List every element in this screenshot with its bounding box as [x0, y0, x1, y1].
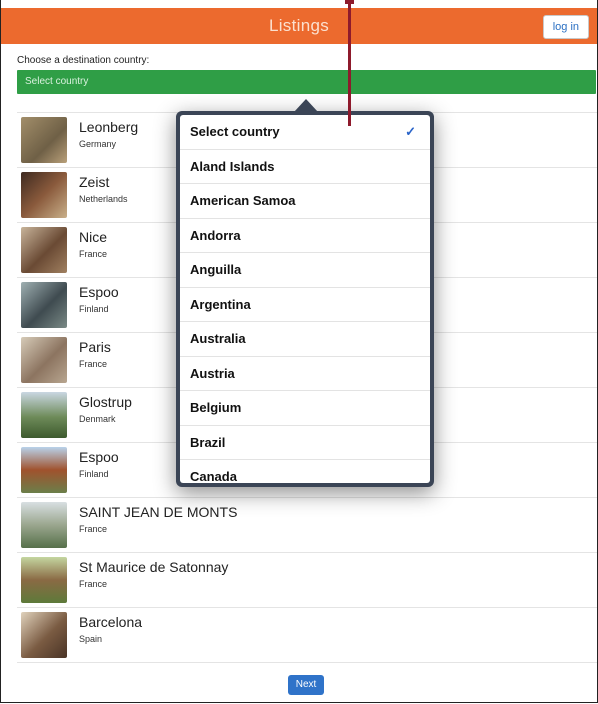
- country-option[interactable]: Brazil: [180, 426, 430, 460]
- listing-city: SAINT JEAN DE MONTS: [79, 504, 238, 520]
- callout-pointer-line: [348, 0, 351, 126]
- listing-city: Espoo: [79, 449, 119, 465]
- country-options-list[interactable]: Select country ✓ Aland Islands American …: [180, 115, 430, 483]
- list-item[interactable]: St Maurice de Satonnay France: [17, 552, 597, 607]
- listing-city: Zeist: [79, 174, 110, 190]
- top-bar: Listings log in: [1, 8, 597, 44]
- option-label: Anguilla: [190, 262, 242, 277]
- listing-city: Espoo: [79, 284, 119, 300]
- listing-thumbnail: [21, 392, 67, 438]
- listing-city: Glostrup: [79, 394, 132, 410]
- country-select[interactable]: Select country: [17, 70, 596, 94]
- listing-country: France: [79, 524, 108, 534]
- option-label: Brazil: [190, 434, 226, 450]
- destination-label: Choose a destination country:: [17, 55, 150, 66]
- listing-city: Leonberg: [79, 119, 139, 135]
- country-option[interactable]: Belgium: [180, 391, 430, 426]
- option-label: Austria: [190, 365, 235, 381]
- country-option[interactable]: Anguilla: [180, 253, 430, 288]
- app-frame: Listings log in Choose a destination cou…: [0, 0, 598, 703]
- list-item[interactable]: SAINT JEAN DE MONTS France: [17, 497, 597, 552]
- option-label: Australia: [190, 331, 246, 346]
- popover-arrow: [294, 99, 318, 112]
- login-button[interactable]: log in: [542, 15, 589, 39]
- listing-city: Paris: [79, 339, 111, 355]
- country-option[interactable]: Australia: [180, 322, 430, 357]
- listing-thumbnail: [21, 557, 67, 603]
- country-option[interactable]: Andorra: [180, 219, 430, 253]
- page-title: Listings: [268, 16, 330, 35]
- listing-thumbnail: [21, 337, 67, 383]
- country-option[interactable]: Canada: [180, 460, 430, 483]
- next-button[interactable]: Next: [288, 675, 324, 695]
- country-option[interactable]: Aland Islands: [180, 150, 430, 184]
- list-item[interactable]: Barcelona Spain: [17, 607, 597, 663]
- listing-thumbnail: [21, 227, 67, 273]
- option-label: Andorra: [190, 227, 241, 243]
- listing-country: Finland: [79, 469, 109, 479]
- listing-country: Netherlands: [79, 194, 128, 204]
- country-option[interactable]: Select country ✓: [180, 115, 430, 150]
- country-dropdown-popover: Select country ✓ Aland Islands American …: [176, 111, 434, 487]
- country-option[interactable]: Argentina: [180, 288, 430, 322]
- listing-country: Spain: [79, 634, 103, 644]
- listing-country: France: [79, 249, 108, 259]
- listing-city: Barcelona: [79, 614, 143, 630]
- listing-country: France: [79, 579, 108, 589]
- option-label: Argentina: [190, 296, 251, 312]
- country-option[interactable]: American Samoa: [180, 184, 430, 219]
- listing-thumbnail: [21, 117, 67, 163]
- option-label: Select country: [190, 124, 280, 139]
- country-option[interactable]: Austria: [180, 357, 430, 391]
- listing-country: Denmark: [79, 414, 116, 424]
- option-label: Canada: [190, 469, 237, 483]
- listing-city: Nice: [79, 229, 108, 245]
- option-label: Belgium: [190, 400, 242, 415]
- listing-thumbnail: [21, 502, 67, 548]
- listing-country: Finland: [79, 304, 109, 314]
- listing-country: Germany: [79, 139, 117, 149]
- listing-city: St Maurice de Satonnay: [79, 559, 229, 575]
- listing-thumbnail: [21, 447, 67, 493]
- option-label: Aland Islands: [190, 158, 275, 174]
- checkmark-icon: ✓: [405, 124, 416, 139]
- listing-thumbnail: [21, 612, 67, 658]
- listing-thumbnail: [21, 282, 67, 328]
- option-label: American Samoa: [190, 193, 296, 208]
- listing-thumbnail: [21, 172, 67, 218]
- listing-country: France: [79, 359, 108, 369]
